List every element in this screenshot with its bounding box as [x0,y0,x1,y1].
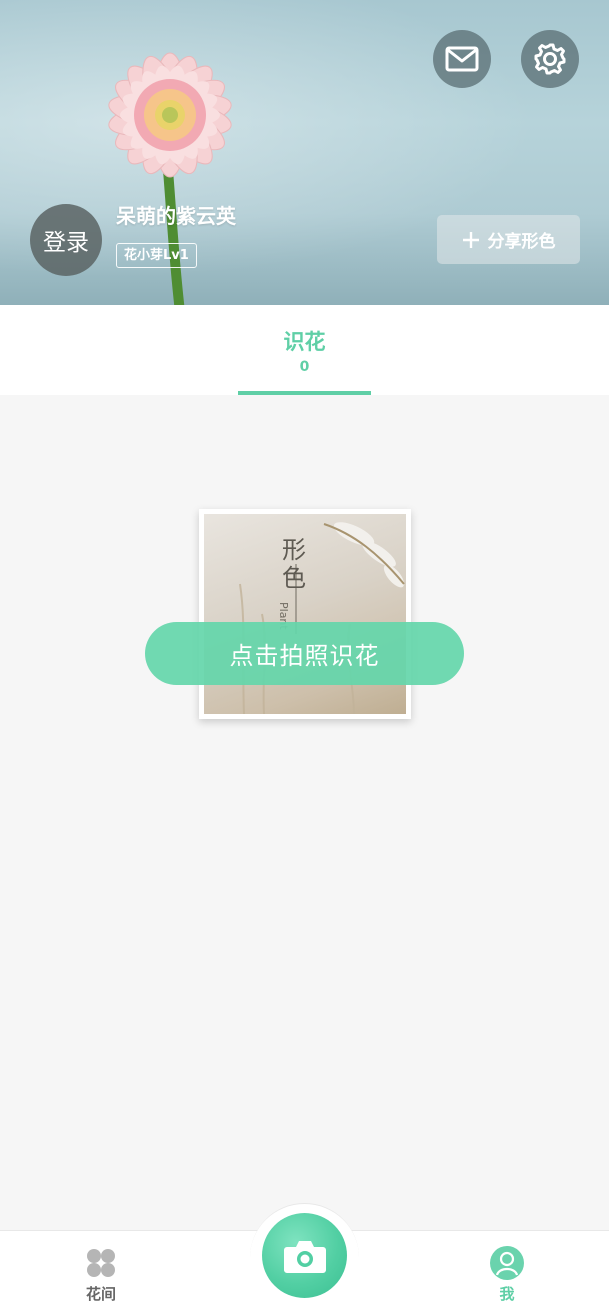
tab-identify[interactable]: 识花 0 [238,305,371,395]
gear-icon [534,43,566,75]
tab-label: 识花 [283,330,326,354]
profile-header: 登录 呆萌的紫云英 花小芽Lv1 分享形色 [0,0,609,305]
tab-count: 0 [299,359,310,375]
share-label: 分享形色 [487,232,556,252]
empty-state-poster: 形色 Plant [199,509,411,719]
poster-title: 形色 [282,536,306,592]
nav-item-home[interactable]: 花间 [61,1245,141,1309]
settings-button[interactable] [521,30,579,88]
nav-me-label: 我 [499,1285,515,1303]
camera-button[interactable] [262,1213,347,1298]
take-photo-identify-button[interactable]: 点击拍照识花 [145,622,464,685]
camera-icon [283,1240,326,1273]
level-badge: 花小芽Lv1 [116,243,197,268]
nav-home-label: 花间 [85,1285,116,1303]
user-icon [490,1246,524,1280]
plus-icon [462,231,479,248]
username: 呆萌的紫云英 [116,204,236,228]
nav-item-me[interactable]: 我 [467,1245,547,1309]
tab-bar: 识花 0 [0,305,609,395]
clover-icon [87,1249,115,1277]
mail-icon [445,46,479,72]
login-avatar-button[interactable]: 登录 [30,204,102,276]
mail-button[interactable] [433,30,491,88]
main-content: 形色 Plant 点击拍照识花 [0,395,609,1230]
login-label: 登录 [43,230,89,256]
share-button[interactable]: 分享形色 [437,215,580,264]
